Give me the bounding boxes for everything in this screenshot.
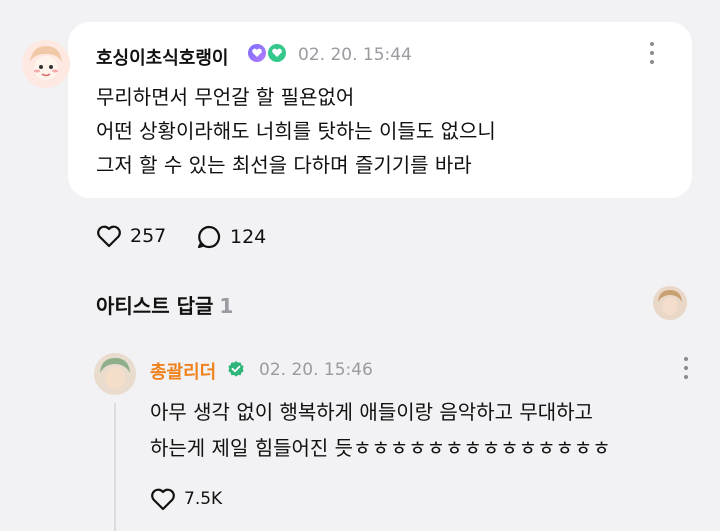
post-like-count: 257 — [130, 225, 167, 247]
reply-line: 아무 생각 없이 행복하게 애들이랑 음악하고 무대하고 — [150, 400, 593, 424]
heart-icon — [151, 488, 175, 511]
artist-reply-avatar[interactable] — [653, 286, 687, 320]
post-like-button[interactable]: 257 — [96, 224, 166, 248]
reply-body: 아무 생각 없이 행복하게 애들이랑 음악하고 무대하고 하는게 제일 힘들어진… — [150, 394, 611, 466]
post-body: 무리하면서 무언갈 할 필욘없어 어떤 상황이라해도 너희를 탓하는 이들도 없… — [96, 80, 496, 182]
fan-badge-icon — [248, 44, 266, 62]
post-line: 그저 할 수 있는 최선을 다하며 즐기기를 바라 — [96, 153, 472, 177]
heart-icon — [97, 225, 121, 248]
post-comment-count: 124 — [230, 226, 267, 248]
post-more-icon[interactable] — [645, 42, 659, 64]
artist-avatar[interactable] — [94, 353, 136, 395]
post-comment-button[interactable]: 124 — [196, 224, 266, 250]
post-line: 무리하면서 무언갈 할 필욘없어 — [96, 85, 355, 109]
artist-replies-title: 아티스트 답글 — [96, 294, 214, 318]
post-username[interactable]: 호싱이초식호랭이 — [96, 44, 228, 70]
membership-badge-icon — [268, 44, 286, 62]
post-line: 어떤 상황이라해도 너희를 탓하는 이들도 없으니 — [96, 119, 496, 143]
thread-line — [114, 403, 116, 531]
comment-icon — [197, 225, 221, 249]
reply-line: 하는게 제일 힘들어진 듯ㅎㅎㅎㅎㅎㅎㅎㅎㅎㅎㅎㅎㅎㅎ — [150, 436, 611, 460]
fan-badges — [248, 44, 286, 62]
artist-replies-count: 1 — [219, 294, 234, 318]
reply-timestamp: 02. 20. 15:46 — [259, 360, 373, 380]
artist-replies-heading: 아티스트 답글 1 — [96, 290, 233, 319]
reply-like-button[interactable]: 7.5K — [150, 487, 222, 511]
user-avatar[interactable] — [22, 40, 70, 88]
reply-more-icon[interactable] — [679, 357, 693, 379]
reply-like-count: 7.5K — [184, 489, 223, 509]
post-timestamp: 02. 20. 15:44 — [298, 45, 412, 65]
verified-icon — [228, 361, 244, 377]
artist-name[interactable]: 총괄리더 — [150, 358, 216, 384]
